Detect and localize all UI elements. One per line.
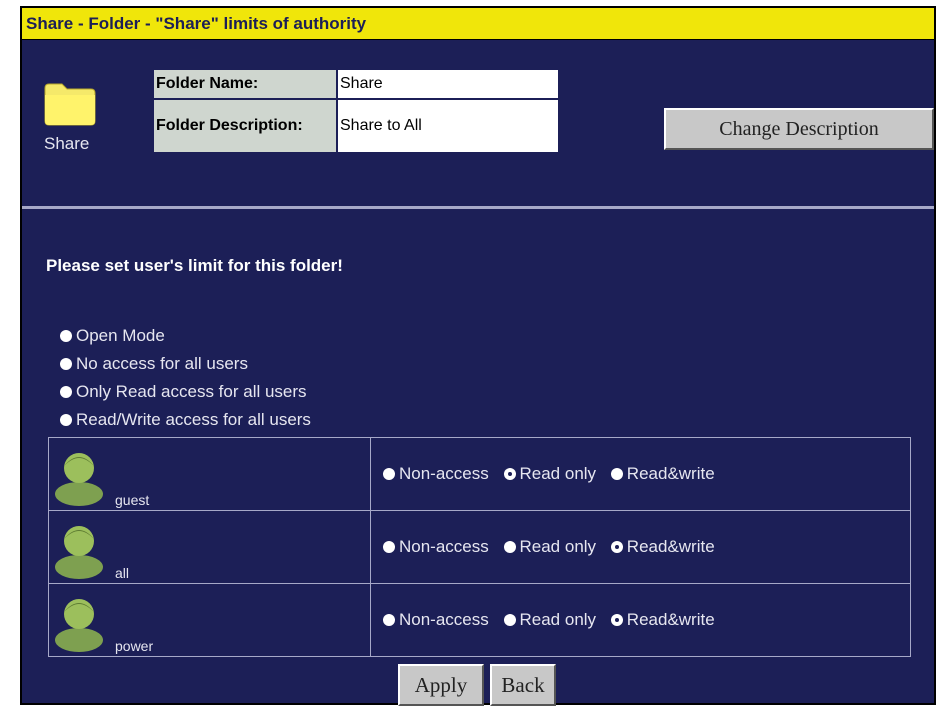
user-avatar-icon bbox=[55, 526, 103, 579]
access-mode-group: Open Mode No access for all users Only R… bbox=[60, 322, 311, 434]
option-non-access[interactable]: Non-access bbox=[383, 464, 489, 484]
mode-read-write[interactable]: Read/Write access for all users bbox=[60, 406, 311, 434]
option-label: Read&write bbox=[626, 609, 715, 629]
mode-label: No access for all users bbox=[76, 354, 248, 373]
option-label: Non-access bbox=[399, 536, 489, 556]
folder-description-label: Folder Description: bbox=[152, 98, 338, 154]
radio-checked-icon[interactable] bbox=[503, 467, 516, 480]
section-divider bbox=[22, 206, 934, 209]
radio-icon[interactable] bbox=[503, 540, 516, 553]
permission-prompt: Please set user's limit for this folder! bbox=[46, 256, 343, 275]
option-label: Read&write bbox=[626, 463, 715, 483]
option-label: Read only bbox=[519, 609, 597, 629]
folder-icon-label: Share bbox=[44, 134, 90, 153]
user-avatar-icon bbox=[55, 599, 103, 652]
user-name: power bbox=[115, 638, 154, 654]
option-label: Non-access bbox=[399, 463, 489, 483]
mode-label: Open Mode bbox=[76, 326, 165, 345]
folder-info-table: Folder Name: Share Folder Description: S… bbox=[152, 68, 560, 154]
user-cell: all bbox=[48, 510, 371, 584]
user-name: guest bbox=[115, 492, 150, 508]
table-row: power Non-access Read only Read&write bbox=[48, 583, 911, 657]
mode-label: Only Read access for all users bbox=[76, 382, 307, 401]
option-read-write[interactable]: Read&write bbox=[610, 463, 715, 484]
user-permissions-table: guest Non-access Read only Read&write al… bbox=[48, 437, 911, 657]
permission-options: Non-access Read only Read&write bbox=[370, 510, 911, 584]
radio-icon[interactable] bbox=[503, 613, 516, 626]
folder-name-label: Folder Name: bbox=[152, 68, 338, 100]
option-label: Non-access bbox=[399, 609, 489, 629]
table-row: guest Non-access Read only Read&write bbox=[48, 437, 911, 511]
radio-checked-icon[interactable] bbox=[610, 540, 623, 553]
change-description-button[interactable]: Change Description bbox=[664, 108, 934, 150]
option-read-only[interactable]: Read only bbox=[503, 463, 597, 484]
radio-icon[interactable] bbox=[383, 467, 395, 480]
mode-read-only[interactable]: Only Read access for all users bbox=[60, 378, 311, 406]
mode-label: Read/Write access for all users bbox=[76, 410, 311, 429]
permission-options: Non-access Read only Read&write bbox=[370, 437, 911, 511]
folder-description-field: Share to All bbox=[336, 98, 560, 154]
option-read-write[interactable]: Read&write bbox=[610, 536, 715, 557]
mode-open[interactable]: Open Mode bbox=[60, 322, 311, 350]
user-cell: power bbox=[48, 583, 371, 657]
option-non-access[interactable]: Non-access bbox=[383, 537, 489, 557]
table-row: all Non-access Read only Read&write bbox=[48, 510, 911, 584]
option-read-write[interactable]: Read&write bbox=[610, 609, 715, 630]
radio-icon[interactable] bbox=[60, 358, 72, 370]
page-title: Share - Folder - "Share" limits of autho… bbox=[22, 8, 934, 40]
radio-icon[interactable] bbox=[60, 330, 72, 342]
option-non-access[interactable]: Non-access bbox=[383, 610, 489, 630]
option-read-only[interactable]: Read only bbox=[503, 609, 597, 630]
user-name: all bbox=[115, 565, 130, 581]
radio-icon[interactable] bbox=[60, 386, 72, 398]
user-cell: guest bbox=[48, 437, 371, 511]
radio-icon[interactable] bbox=[60, 414, 72, 426]
radio-icon[interactable] bbox=[610, 467, 623, 480]
folder-icon bbox=[44, 83, 96, 126]
option-label: Read only bbox=[519, 536, 597, 556]
radio-icon[interactable] bbox=[383, 540, 395, 553]
apply-button[interactable]: Apply bbox=[398, 664, 484, 706]
back-button[interactable]: Back bbox=[490, 664, 556, 706]
permission-options: Non-access Read only Read&write bbox=[370, 583, 911, 657]
share-permissions-panel: Share - Folder - "Share" limits of autho… bbox=[20, 6, 936, 706]
radio-checked-icon[interactable] bbox=[610, 613, 623, 626]
user-avatar-icon bbox=[55, 453, 103, 506]
radio-icon[interactable] bbox=[383, 613, 395, 626]
option-read-only[interactable]: Read only bbox=[503, 536, 597, 557]
mode-no-access[interactable]: No access for all users bbox=[60, 350, 311, 378]
option-label: Read&write bbox=[626, 536, 715, 556]
option-label: Read only bbox=[519, 463, 597, 483]
folder-name-field: Share bbox=[336, 68, 560, 100]
